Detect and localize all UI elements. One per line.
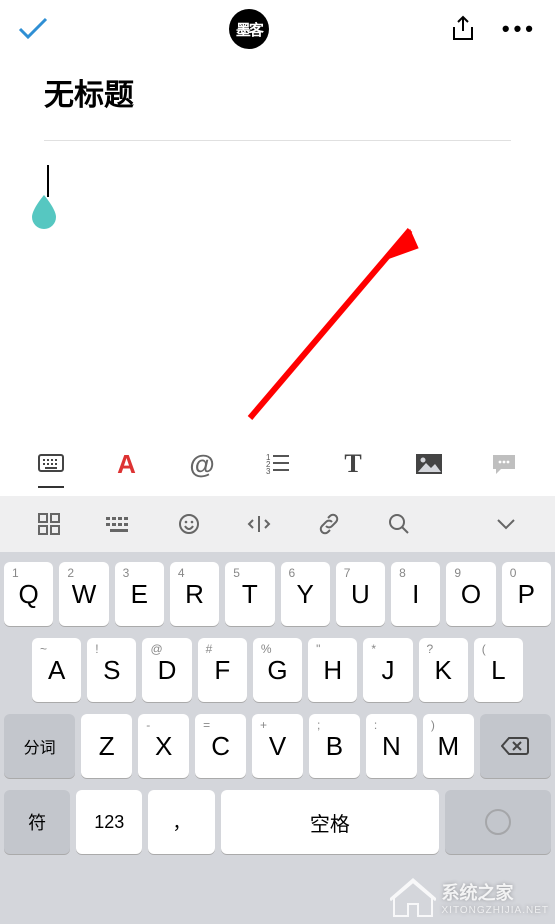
annotation-arrow-icon [220,220,430,450]
backspace-key[interactable] [480,714,551,778]
number-key[interactable]: 123 [76,790,142,854]
key-C[interactable]: =C [195,714,246,778]
note-body[interactable] [44,165,511,235]
return-key[interactable] [445,790,551,854]
key-I[interactable]: 8I [391,562,440,626]
cursor-move-icon[interactable] [224,514,294,534]
keyboard-layout-icon[interactable] [84,515,154,533]
soft-keyboard: 1Q2W3E4R5T6Y7U8I9O0P ~A!S@D#F%G"H*J?K(L … [0,552,555,924]
key-L[interactable]: (L [474,638,523,702]
key-D[interactable]: @D [142,638,191,702]
list-button[interactable]: 123 [263,453,293,475]
key-M[interactable]: )M [423,714,474,778]
key-B[interactable]: ;B [309,714,360,778]
grid-icon[interactable] [14,513,84,535]
key-T[interactable]: 5T [225,562,274,626]
key-S[interactable]: !S [87,638,136,702]
link-icon[interactable] [294,513,364,535]
segment-key[interactable]: 分词 [4,714,75,778]
divider [44,140,511,141]
mention-button[interactable]: @ [187,449,217,480]
emoji-icon[interactable] [154,513,224,535]
key-W[interactable]: 2W [59,562,108,626]
search-icon[interactable] [364,513,434,535]
key-Y[interactable]: 6Y [281,562,330,626]
key-V[interactable]: +V [252,714,303,778]
image-button[interactable] [414,453,444,475]
key-A[interactable]: ~A [32,638,81,702]
key-X[interactable]: -X [138,714,189,778]
key-Z[interactable]: Z [81,714,132,778]
key-J[interactable]: *J [363,638,412,702]
key-U[interactable]: 7U [336,562,385,626]
key-H[interactable]: "H [308,638,357,702]
collapse-keyboard-icon[interactable] [471,518,541,530]
comma-key[interactable]: ， [148,790,214,854]
key-O[interactable]: 9O [446,562,495,626]
keyboard-toggle-icon[interactable] [36,454,66,474]
key-F[interactable]: #F [198,638,247,702]
key-G[interactable]: %G [253,638,302,702]
key-Q[interactable]: 1Q [4,562,53,626]
share-icon[interactable] [450,15,476,43]
key-R[interactable]: 4R [170,562,219,626]
cursor-handle-icon[interactable] [27,195,61,229]
symbol-key[interactable]: 符 [4,790,70,854]
key-K[interactable]: ?K [419,638,468,702]
app-logo: 墨客 [229,9,269,49]
svg-text:3: 3 [266,467,271,475]
confirm-check-icon[interactable] [18,17,48,41]
text-style-button[interactable]: A [112,449,142,480]
space-key[interactable]: 空格 [221,790,439,854]
key-E[interactable]: 3E [115,562,164,626]
heading-button[interactable]: T [338,449,368,479]
note-title[interactable]: 无标题 [44,70,511,114]
key-P[interactable]: 0P [502,562,551,626]
key-N[interactable]: :N [366,714,417,778]
comment-button[interactable] [489,453,519,475]
text-cursor [47,165,49,197]
